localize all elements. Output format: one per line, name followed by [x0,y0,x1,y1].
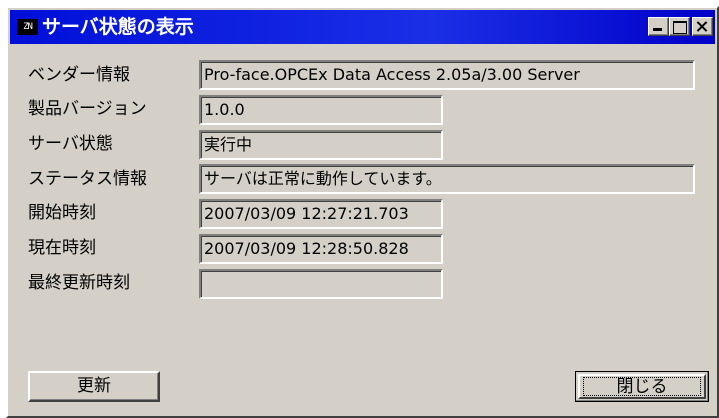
status-info-field: サーバは正常に動作しています。 [199,164,695,194]
close-button-label: 閉じる [583,377,701,396]
status-info-label: ステータス情報 [28,169,147,189]
vendor-info-label: ベンダー情報 [28,65,130,85]
server-state-field: 実行中 [199,130,443,160]
title-bar[interactable]: ZN サーバ状態の表示 [10,10,715,44]
app-icon: ZN [17,19,38,35]
maximize-button[interactable] [669,17,690,36]
server-status-dialog: ZN サーバ状態の表示 ベンダー情報 Pro-face.OPCEx Data A… [6,6,719,418]
start-time-label: 開始時刻 [28,203,96,223]
refresh-button[interactable]: 更新 [28,371,160,402]
minimize-button[interactable] [648,17,669,36]
start-time-field: 2007/03/09 12:27:21.703 [199,199,443,229]
vendor-info-field: Pro-face.OPCEx Data Access 2.05a/3.00 Se… [199,60,695,90]
last-update-time-field [199,269,443,299]
product-version-field: 1.0.0 [199,95,443,125]
close-window-button[interactable] [692,17,713,36]
current-time-field: 2007/03/09 12:28:50.828 [199,234,443,264]
window-title: サーバ状態の表示 [42,16,194,38]
last-update-time-label: 最終更新時刻 [28,273,130,293]
product-version-label: 製品バージョン [28,99,147,119]
close-button[interactable]: 閉じる [575,371,709,402]
current-time-label: 現在時刻 [28,238,96,258]
server-state-label: サーバ状態 [28,134,113,154]
